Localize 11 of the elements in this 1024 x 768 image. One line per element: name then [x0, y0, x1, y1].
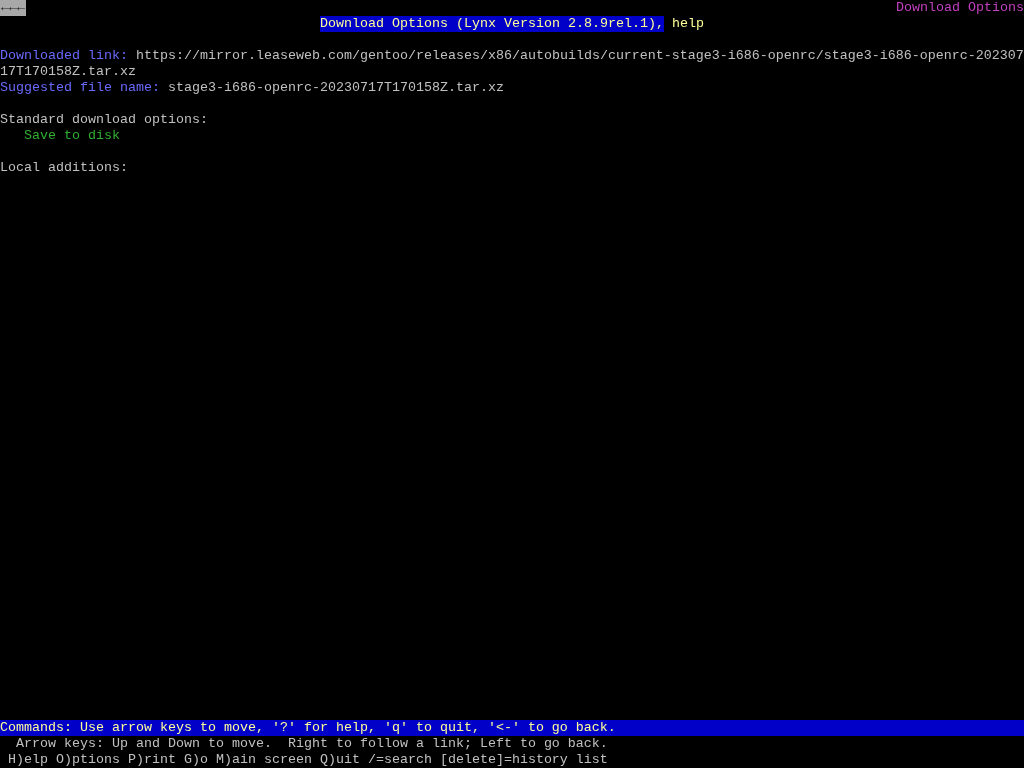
section-heading: Standard download options: — [0, 112, 208, 127]
section-heading: Local additions: — [0, 160, 128, 175]
key-help-text: H)elp O)ptions P)rint G)o M)ain screen Q)uit /=search [delete]=history list — [7, 752, 608, 767]
field-line: Suggested file name: stage3-i686-openrc-20230717T170158Z.tar.xz — [0, 80, 505, 96]
hint-text: Arrow keys: Up and Down to move. Right to follow a link; Left to go back. — [15, 736, 608, 751]
back-indicator: ←←← — [0, 0, 26, 16]
page-title: Download Options — [896, 0, 1024, 16]
commands-bar: Commands: Use arrow keys to move, '?' for help, 'q' to quit, '<-' to go back. — [0, 720, 1024, 736]
help-link[interactable]: help — [671, 16, 704, 32]
title-text: Download Options (Lynx Version 2.8.9rel.1), — [320, 16, 664, 32]
download-option-link[interactable]: Save to disk — [24, 128, 120, 143]
